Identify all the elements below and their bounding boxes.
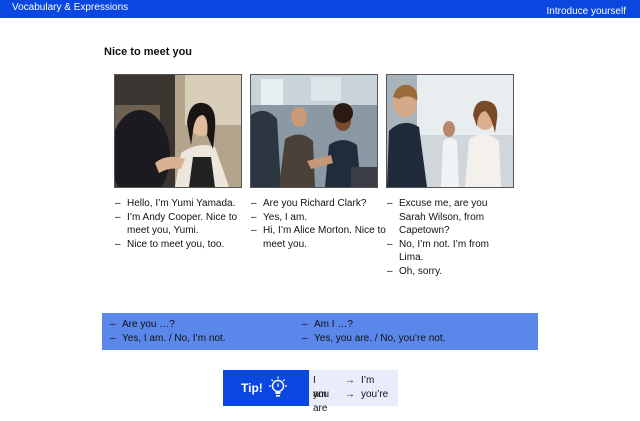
arrow-icon: →: [345, 389, 355, 400]
dialogue-text: Are you Richard Clark?: [263, 198, 367, 209]
dialogue-line: – Oh, sorry.: [387, 265, 497, 279]
tip-content: I am → I’m you are → you’re: [309, 370, 398, 414]
dialogue-text: I’m Andy Cooper. Nice to meet you, Yumi.: [127, 211, 238, 237]
photo-handshake-2: [250, 74, 378, 188]
grammar-line: – Yes, you are. / No, you’re not.: [302, 332, 445, 346]
lightbulb-icon: [269, 376, 287, 397]
section-title: Vocabulary & Expressions: [12, 2, 129, 13]
grammar-column-left: – Are you …? – Yes, I am. / No, I’m not.: [110, 318, 226, 345]
dialogue-1: – Hello, I’m Yumi Yamada. – I’m Andy Coope…: [115, 197, 251, 251]
photo-image: [115, 75, 241, 187]
grammar-column-right: – Am I …? – Yes, you are. / No, you’re not…: [302, 318, 445, 345]
photo-image: [387, 75, 513, 187]
dash: –: [115, 211, 121, 223]
top-bar: Vocabulary & Expressions Introduce yours…: [0, 0, 640, 18]
grammar-text: Am I …?: [314, 319, 353, 330]
dash: –: [302, 319, 308, 330]
grammar-line: – Am I …?: [302, 318, 445, 332]
dash: –: [302, 332, 308, 344]
dialogue-line: – Are you Richard Clark?: [251, 197, 387, 211]
grammar-line: – Are you …?: [110, 318, 226, 332]
tip-label: Tip!: [241, 381, 263, 395]
dash: –: [115, 238, 121, 250]
dialogue-line: – Yes, I am.: [251, 211, 387, 225]
grammar-text: Yes, I am. / No, I’m not.: [122, 332, 226, 344]
dash: –: [387, 265, 393, 277]
dialogue-line: – Excuse me, are you Sarah Wilson, from C…: [387, 197, 497, 238]
dialogue-text: Oh, sorry.: [399, 265, 443, 277]
dash: –: [251, 225, 257, 236]
dialogue-text: Hello, I’m Yumi Yamada.: [127, 198, 236, 209]
dialogue-text: Yes, I am.: [263, 211, 308, 223]
dash: –: [110, 319, 116, 330]
dialogue-text: Hi, I’m Alice Morton. Nice to meet you.: [263, 225, 386, 250]
arrow-icon: →: [345, 375, 355, 386]
photo-handshake-1: [114, 74, 242, 188]
dialogue-line: – No, I’m not. I’m from Lima.: [387, 238, 497, 265]
tip-box: Tip! I am → I’m you are → you’re: [223, 370, 398, 414]
grammar-box: – Are you …? – Yes, I am. / No, I’m not. –…: [102, 313, 538, 350]
dash: –: [387, 238, 393, 250]
dialogue-line: – Hi, I’m Alice Morton. Nice to meet you.: [251, 224, 387, 251]
dash: –: [387, 198, 393, 209]
dash: –: [110, 332, 116, 344]
dialogue-line: – I’m Andy Cooper. Nice to meet you, Yumi…: [115, 211, 251, 238]
grammar-text: Yes, you are. / No, you’re not.: [314, 332, 446, 344]
dialogue-3: – Excuse me, are you Sarah Wilson, from C…: [387, 197, 497, 278]
grammar-text: Are you …?: [122, 319, 175, 330]
dialogue-line: – Nice to meet you, too.: [115, 238, 251, 252]
photo-meeting: [386, 74, 514, 188]
tip-to: you’re: [361, 389, 389, 400]
tip-from: you are: [313, 389, 330, 414]
dialogue-text: Nice to meet you, too.: [127, 238, 225, 250]
tip-to: I’m: [361, 375, 375, 386]
photo-image: [251, 75, 377, 187]
dialogue-2: – Are you Richard Clark? – Yes, I am. – Hi,…: [251, 197, 387, 251]
dialogue-text: Excuse me, are you Sarah Wilson, from Ca…: [399, 198, 488, 236]
dash: –: [115, 198, 121, 209]
dialogue-line: – Hello, I’m Yumi Yamada.: [115, 197, 251, 211]
dash: –: [251, 198, 257, 209]
dialogue-text: No, I’m not. I’m from Lima.: [399, 238, 490, 264]
dash: –: [251, 211, 257, 223]
tip-badge: Tip!: [223, 370, 309, 406]
page-title: Nice to meet you: [104, 46, 193, 58]
grammar-line: – Yes, I am. / No, I’m not.: [110, 332, 226, 346]
lesson-title: Introduce yourself: [546, 6, 627, 17]
